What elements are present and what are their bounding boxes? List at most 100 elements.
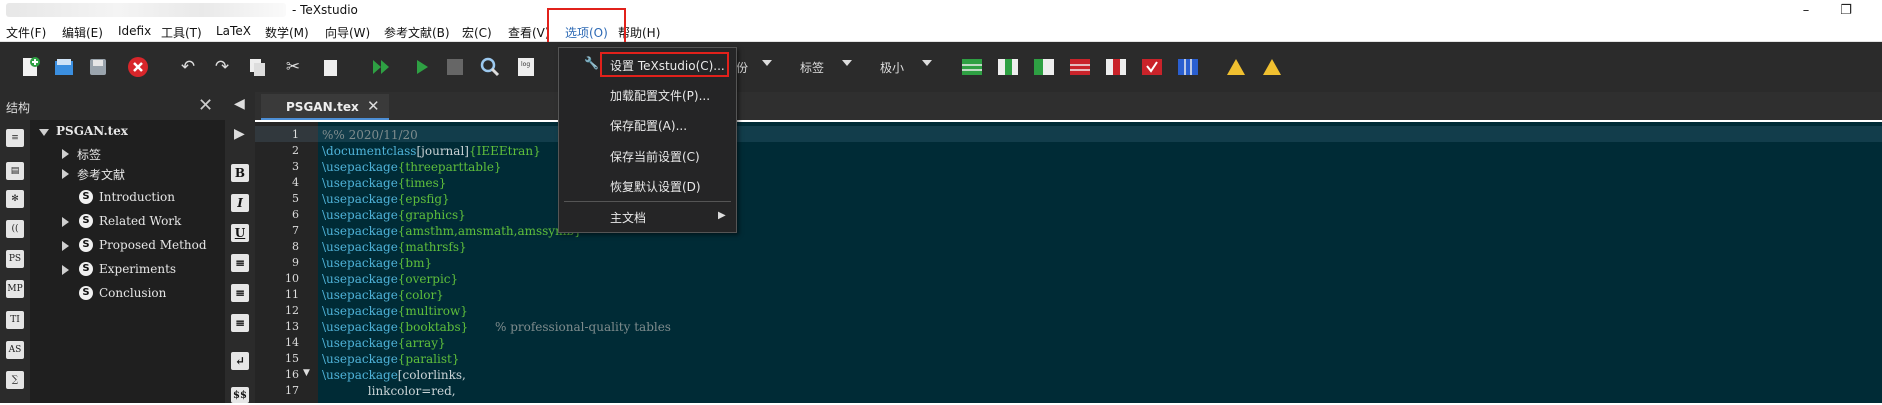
close-document-icon[interactable] (126, 55, 150, 79)
code-token: %% 2020/11/20 (322, 128, 418, 142)
bookmarks-icon[interactable]: ▤ (6, 162, 24, 180)
cut-icon[interactable]: ✂ (281, 55, 305, 79)
highlight-warning-2-icon[interactable] (1260, 55, 1284, 79)
metapost-icon[interactable]: MP (6, 280, 24, 298)
code-token: \usepackage (322, 208, 398, 222)
copy-icon[interactable] (245, 55, 269, 79)
table-delete-column-icon[interactable] (1104, 55, 1128, 79)
menu-idefix[interactable]: Idefix (118, 24, 151, 38)
tree-item-introduction[interactable]: Introduction (99, 190, 175, 204)
bold-icon[interactable]: B (231, 164, 249, 182)
build-view-icon[interactable] (370, 55, 394, 79)
structure-view-icon[interactable]: ≡ (6, 129, 24, 147)
table-add-column-icon[interactable] (996, 55, 1020, 79)
underline-icon[interactable]: U (231, 224, 249, 242)
table-align-icon[interactable] (1176, 55, 1200, 79)
code-token: \usepackage (322, 304, 398, 318)
menu-bibliography[interactable]: 参考文献(B) (384, 24, 450, 41)
asymptote-icon[interactable]: AS (6, 341, 24, 359)
menu-wizard[interactable]: 向导(W) (325, 24, 370, 41)
section-icon: S (79, 214, 93, 228)
redo-icon[interactable]: ↷ (210, 55, 234, 79)
line-number: 4 (292, 176, 299, 189)
expand-arrow-icon[interactable] (62, 217, 69, 227)
view-log-icon[interactable]: log (514, 55, 538, 79)
current-line-highlight (255, 126, 1882, 142)
brackets-icon[interactable]: (⁡( (6, 220, 24, 238)
line-number: 12 (285, 304, 299, 317)
undo-icon[interactable]: ↶ (176, 55, 200, 79)
combo-1-arrow-icon[interactable] (762, 60, 772, 66)
menu-item-save-profile[interactable]: 保存配置(A)... (610, 117, 687, 134)
combo-2-arrow-icon[interactable] (842, 60, 852, 66)
code-token: [colorlinks, (397, 368, 466, 382)
tree-item-related-work[interactable]: Related Work (99, 214, 181, 228)
italic-icon[interactable]: I (231, 194, 249, 212)
code-token: \usepackage (322, 160, 398, 174)
structure-close-icon[interactable]: ✕ (198, 95, 213, 116)
line-number: 16 (285, 368, 299, 381)
newline-icon[interactable]: ↵ (231, 352, 249, 370)
tree-item-conclusion[interactable]: Conclusion (99, 286, 166, 300)
code-line: \usepackage{multirow} (322, 304, 468, 318)
expand-arrow-icon[interactable] (62, 241, 69, 251)
save-icon[interactable] (86, 55, 110, 79)
table-delete-row-icon[interactable] (1068, 55, 1092, 79)
label-combo[interactable]: 标签 (800, 59, 824, 76)
menu-separator (564, 201, 731, 202)
expand-arrow-icon[interactable] (62, 265, 69, 275)
section-icon: S (79, 286, 93, 300)
arrow-left-icon[interactable]: ◀ (234, 96, 245, 112)
new-file-icon[interactable] (18, 55, 42, 79)
code-editor[interactable] (318, 122, 1882, 403)
menu-latex[interactable]: LaTeX (216, 24, 251, 38)
fold-arrow-icon[interactable]: ▼ (303, 368, 310, 378)
symbols-icon[interactable]: ✻ (6, 190, 24, 208)
display-math-icon[interactable]: $$ (231, 387, 249, 403)
menu-file[interactable]: 文件(F) (6, 24, 46, 41)
align-right-icon[interactable]: ≡ (231, 314, 249, 332)
expand-arrow-icon[interactable] (62, 149, 69, 159)
tree-item-experiments[interactable]: Experiments (99, 262, 176, 276)
size-combo[interactable]: 极小 (880, 59, 904, 76)
menu-edit[interactable]: 编辑(E) (62, 24, 103, 41)
stop-compile-icon[interactable] (443, 55, 467, 79)
restore-button[interactable]: ❐ (1826, 0, 1866, 21)
tree-root-file[interactable]: PSGAN.tex (56, 124, 128, 138)
menu-macros[interactable]: 宏(C) (462, 24, 492, 41)
tree-item-labels[interactable]: 标签 (77, 146, 101, 163)
combo-3-arrow-icon[interactable] (922, 60, 932, 66)
menu-view[interactable]: 查看(V) (508, 24, 550, 41)
menu-item-master-document[interactable]: 主文档 (610, 209, 646, 226)
tree-item-bibliography[interactable]: 参考文献 (77, 166, 125, 183)
menu-item-restore-defaults[interactable]: 恢复默认设置(D) (610, 178, 701, 195)
open-file-icon[interactable] (52, 55, 76, 79)
table-add-row-icon[interactable] (960, 55, 984, 79)
compile-icon[interactable] (410, 55, 434, 79)
menu-item-load-profile[interactable]: 加载配置文件(P)... (610, 87, 710, 104)
code-token: {mathrsfs} (397, 240, 467, 254)
table-check-icon[interactable] (1140, 55, 1164, 79)
math-symbols-icon[interactable]: ∑ (6, 371, 24, 389)
line-number: 1 (292, 128, 299, 141)
align-left-icon[interactable]: ≡ (231, 254, 249, 272)
view-pdf-icon[interactable] (478, 55, 502, 79)
table-split-icon[interactable] (1032, 55, 1056, 79)
menu-math[interactable]: 数学(M) (265, 24, 309, 41)
expand-arrow-icon[interactable] (62, 169, 69, 179)
menu-item-save-current-settings[interactable]: 保存当前设置(C) (610, 148, 700, 165)
align-center-icon[interactable]: ≡ (231, 284, 249, 302)
line-number: 6 (292, 208, 299, 221)
tikz-icon[interactable]: TI (6, 311, 24, 329)
code-line: \usepackage{threeparttable} (322, 160, 502, 174)
minimize-button[interactable]: – (1786, 0, 1826, 21)
paste-icon[interactable] (318, 55, 342, 79)
tab-close-icon[interactable]: ✕ (367, 97, 380, 115)
collapse-arrow-icon[interactable] (39, 129, 49, 136)
highlight-warning-icon[interactable] (1224, 55, 1248, 79)
tree-item-proposed-method[interactable]: Proposed Method (99, 238, 207, 252)
submenu-arrow-icon: ▶ (718, 210, 726, 221)
menu-tools[interactable]: 工具(T) (161, 24, 202, 41)
arrow-right-icon[interactable]: ▶ (234, 126, 245, 142)
pstricks-icon[interactable]: PS (6, 250, 24, 268)
